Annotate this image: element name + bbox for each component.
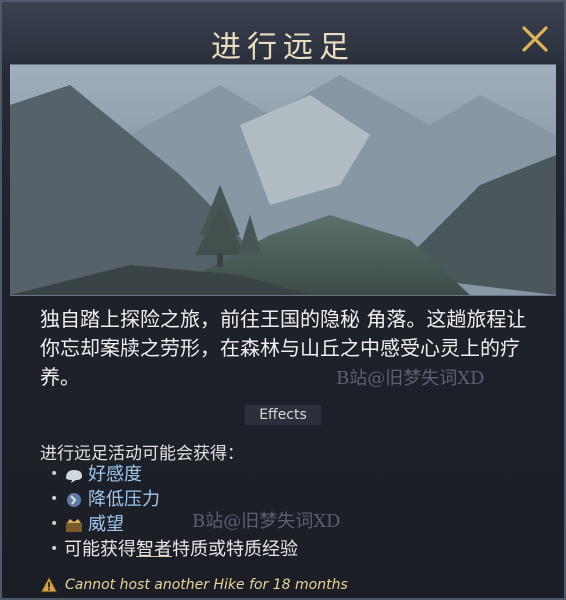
activity-illustration (10, 64, 556, 296)
effects-intro: 进行远足活动可能会获得： (40, 444, 244, 464)
stress-icon (64, 491, 84, 509)
effect-label: 降低压力 (88, 489, 160, 510)
activity-window: 进行远足 独自踏上探险之旅，前往王国的隐秘 角落。这趟旅程让你忘却案牍之劳形，在… (0, 0, 566, 600)
close-icon (522, 26, 548, 52)
watermark: B站@旧梦失词XD (336, 368, 485, 389)
trait-suffix: 特质或特质经验 (172, 539, 298, 560)
effects-header: Effects (2, 404, 564, 425)
watermark: B站@旧梦失词XD (192, 511, 341, 532)
list-item[interactable]: • 好感度 (50, 462, 298, 487)
warning-text: Cannot host another Hike for 18 months (65, 576, 348, 593)
window-title: 进行远足 (211, 30, 355, 65)
trait-link[interactable]: 智者 (136, 537, 172, 562)
title-bar: 进行远足 (2, 2, 564, 65)
effect-label: 好感度 (88, 464, 142, 485)
prestige-icon (64, 516, 84, 534)
cooldown-warning: Cannot host another Hike for 18 months (40, 576, 348, 593)
effect-label: 威望 (88, 514, 124, 535)
opinion-icon (64, 466, 84, 484)
trait-prefix: 可能获得 (64, 539, 136, 560)
effects-header-label: Effects (245, 405, 321, 425)
warning-icon (40, 576, 58, 593)
close-button[interactable] (520, 24, 550, 54)
list-item[interactable]: • 可能获得 智者 特质或特质经验 (50, 537, 298, 562)
